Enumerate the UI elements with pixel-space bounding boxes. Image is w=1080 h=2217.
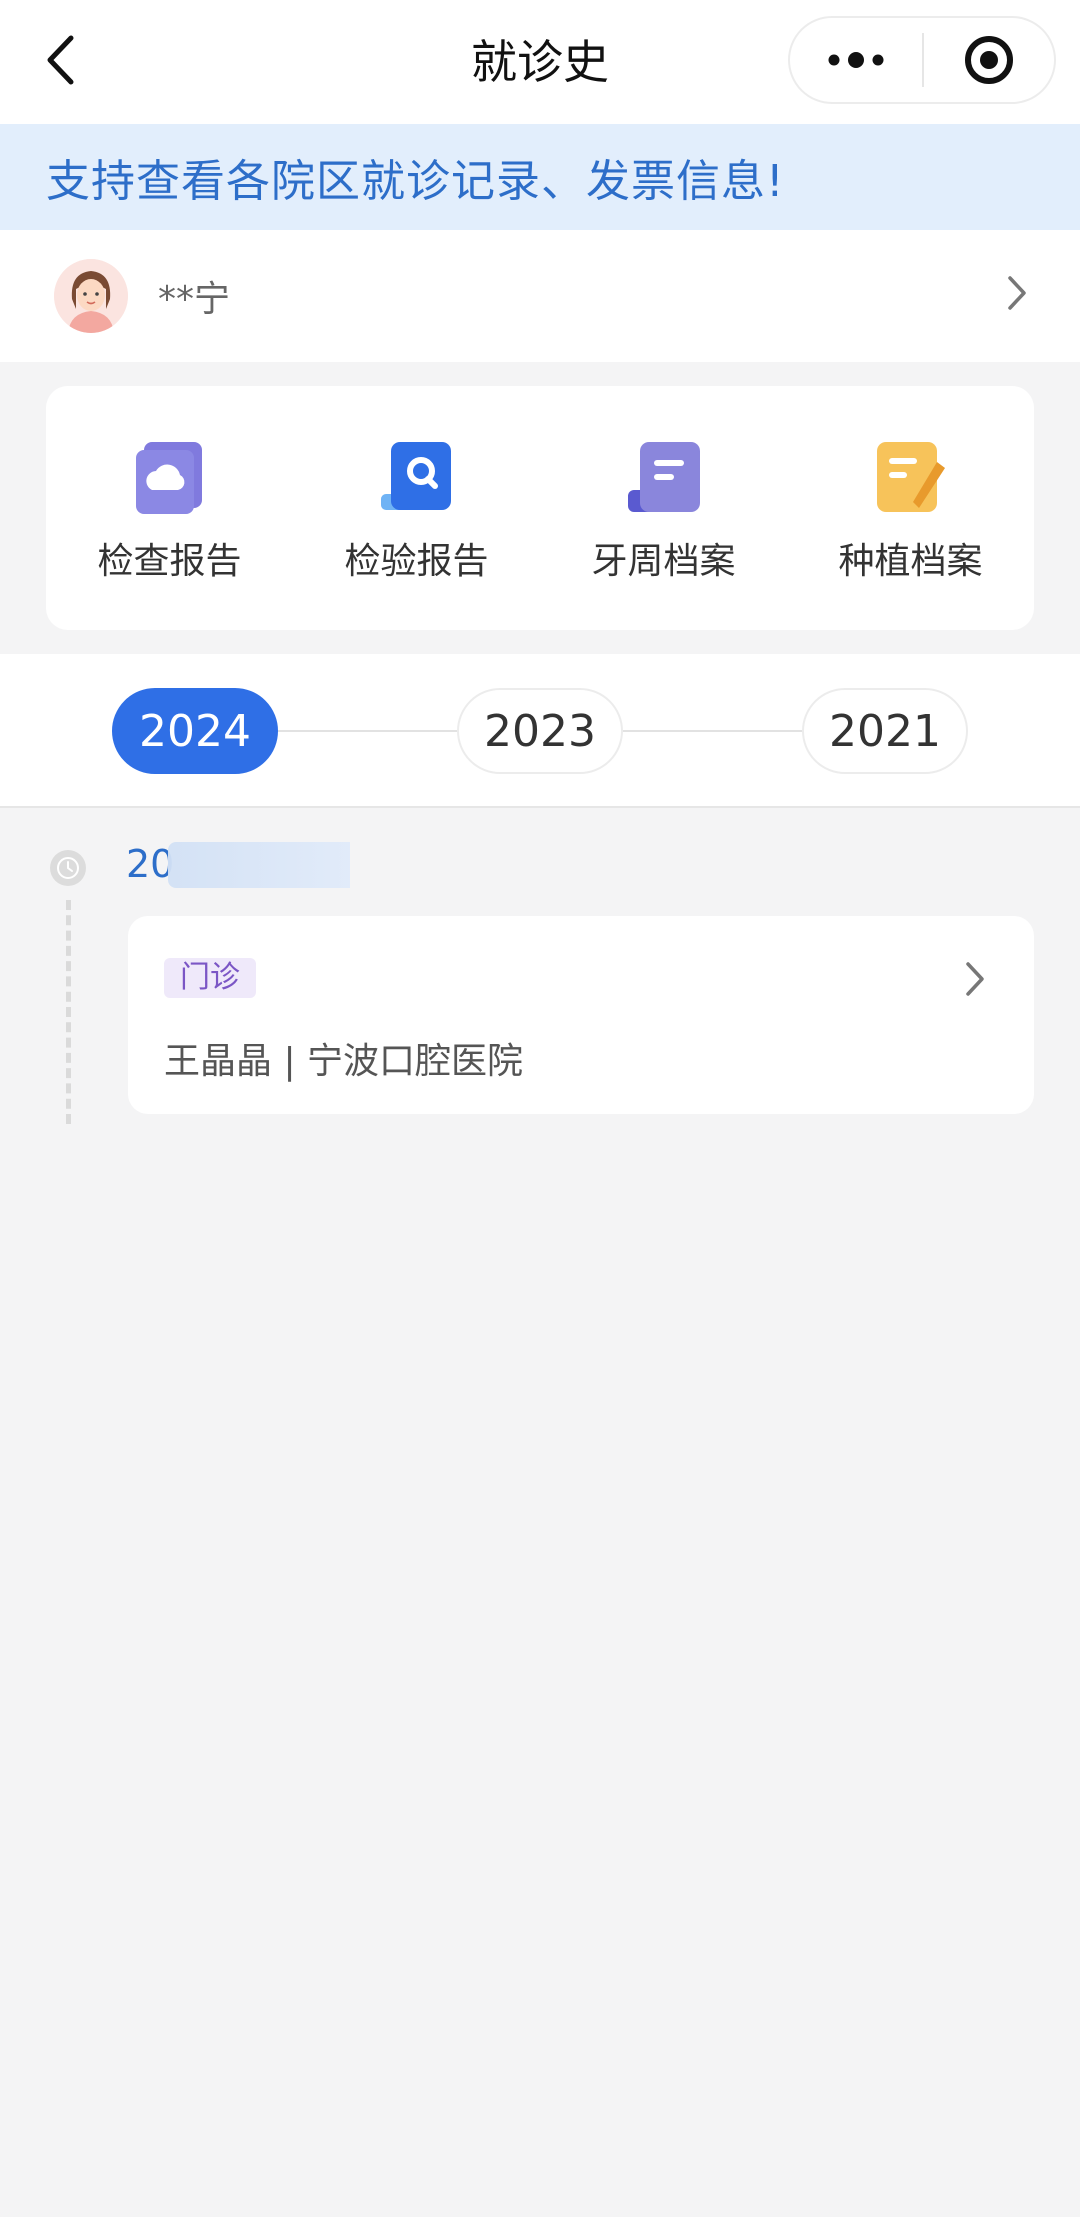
year-selector: 2024 2023 2021: [0, 654, 1080, 808]
shortcut-periodontal-file[interactable]: 牙周档案: [540, 386, 787, 630]
more-dots-icon: [828, 52, 884, 68]
visit-doctor-hospital: 王晶晶 | 宁波口腔医院: [164, 1041, 524, 1082]
cloud-doc-icon: [130, 438, 210, 518]
shortcut-label: 种植档案: [838, 541, 983, 582]
chevron-right-icon: [966, 962, 984, 996]
note-edit-icon: [871, 438, 951, 518]
visit-type-badge: 门诊: [164, 958, 256, 998]
target-icon: [965, 36, 1013, 84]
shortcut-implant-file[interactable]: 种植档案: [787, 386, 1034, 630]
visit-record-card[interactable]: 门诊 王晶晶 | 宁波口腔医院: [128, 916, 1034, 1114]
year-tab-2023[interactable]: 2023: [457, 688, 623, 774]
clock-icon: [50, 850, 86, 886]
close-mini-program-button[interactable]: [924, 18, 1054, 102]
year-tab-2024[interactable]: 2024: [112, 688, 278, 774]
mini-program-capsule: [788, 16, 1056, 104]
privacy-blur: [168, 842, 350, 888]
file-list-icon: [624, 438, 704, 518]
search-doc-icon: [377, 438, 457, 518]
shortcut-lab-report[interactable]: 检验报告: [293, 386, 540, 630]
shortcut-label: 牙周档案: [591, 541, 736, 582]
shortcut-label: 检验报告: [344, 541, 489, 582]
year-tab-2021[interactable]: 2021: [802, 688, 968, 774]
shortcut-exam-report[interactable]: 检查报告: [46, 386, 293, 630]
more-button[interactable]: [790, 18, 922, 102]
shortcut-label: 检查报告: [97, 541, 242, 582]
notice-text: 支持查看各院区就诊记录、发票信息!: [46, 156, 785, 207]
navigation-bar: 就诊史: [0, 0, 1080, 124]
timeline-line: [66, 900, 71, 1124]
notice-banner: 支持查看各院区就诊记录、发票信息!: [0, 124, 1080, 230]
visit-date: 20: [126, 842, 350, 888]
patient-selector[interactable]: **宁: [0, 230, 1080, 362]
shortcut-grid: 检查报告 检验报告 牙周档案 种植档案: [46, 386, 1034, 630]
chevron-right-icon: [1008, 276, 1026, 310]
female-avatar-icon: [54, 259, 128, 333]
patient-name: **宁: [158, 279, 231, 320]
